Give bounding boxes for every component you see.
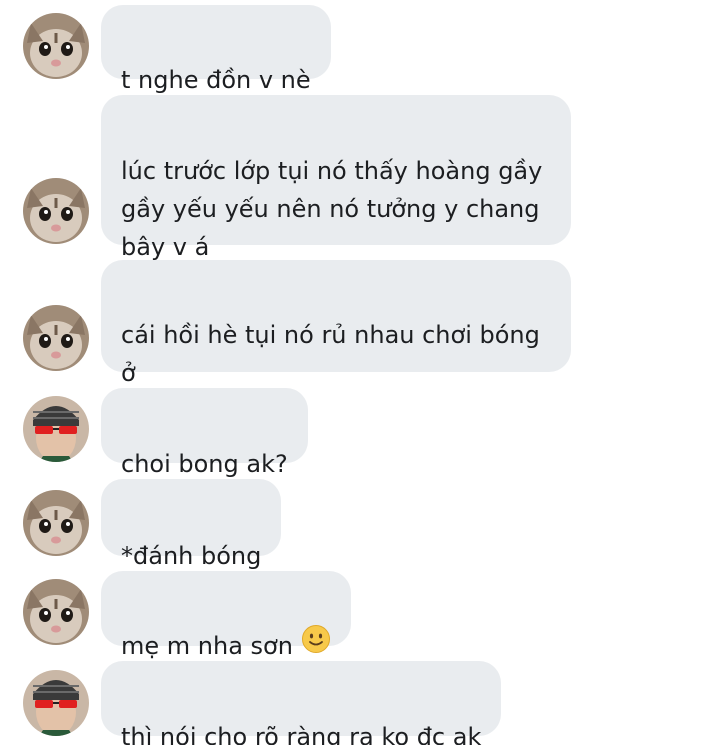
cat-avatar-icon	[23, 579, 89, 645]
message-text: choi bong ak?	[121, 450, 288, 478]
chat-thread: t nghe đồn v nè lúc trước lớp tụi nó thấ…	[0, 0, 720, 745]
message-text: *đánh bóng	[121, 542, 262, 570]
message-bubble[interactable]: t nghe đồn v nè	[101, 5, 331, 94]
avatar[interactable]	[23, 305, 89, 371]
message-text: mẹ m nha sơn	[121, 632, 293, 660]
message-text: lúc trước lớp tụi nó thấy hoàng gầy gầy …	[121, 157, 543, 261]
avatar[interactable]	[23, 670, 89, 736]
message-bubble[interactable]: cái hồi hè tụi nó rủ nhau chơi bóng ở tr…	[101, 260, 571, 425]
avatar[interactable]	[23, 178, 89, 244]
cat-avatar-icon	[23, 178, 89, 244]
message-text: thì nói cho rõ ràng ra ko đc ak	[121, 723, 482, 745]
avatar[interactable]	[23, 579, 89, 645]
avatar[interactable]	[23, 490, 89, 556]
message-bubble[interactable]: choi bong ak?	[101, 388, 308, 478]
boy-avatar-icon	[23, 396, 89, 462]
boy-avatar-icon	[23, 670, 89, 736]
avatar[interactable]	[23, 396, 89, 462]
avatar[interactable]	[23, 13, 89, 79]
message-bubble[interactable]: lúc trước lớp tụi nó thấy hoàng gầy gầy …	[101, 95, 571, 261]
message-bubble[interactable]: mẹ m nha sơn	[101, 571, 351, 660]
cat-avatar-icon	[23, 13, 89, 79]
message-text: t nghe đồn v nè	[121, 66, 311, 94]
message-bubble[interactable]: thì nói cho rõ ràng ra ko đc ak	[101, 661, 502, 745]
message-bubble[interactable]: *đánh bóng	[101, 479, 282, 570]
cat-avatar-icon	[23, 305, 89, 371]
slightly-smiling-face-icon	[301, 624, 331, 665]
cat-avatar-icon	[23, 490, 89, 556]
